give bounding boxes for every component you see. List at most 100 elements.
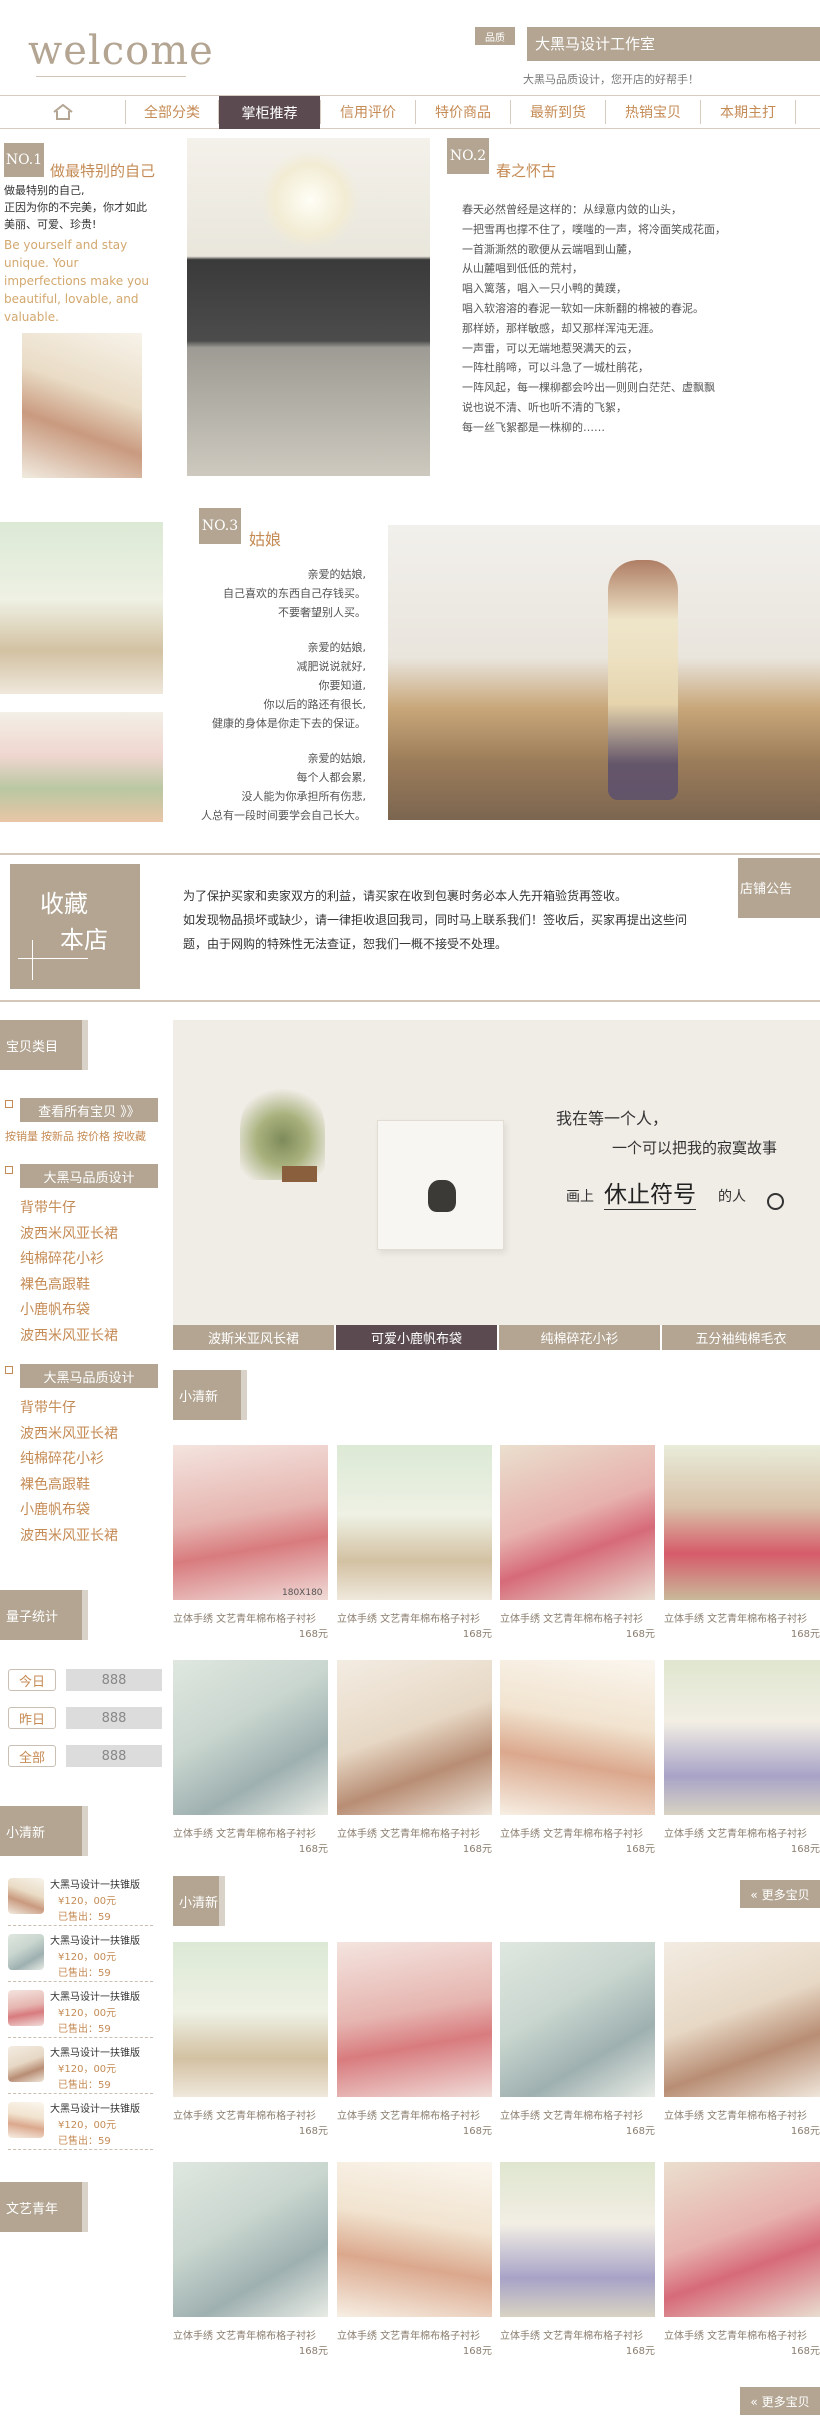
product-price: 168元 [298,2346,328,2357]
product-image[interactable] [337,1660,492,1815]
banner-line3c: 的人 [718,1189,746,1205]
banner-tab-active[interactable]: 可爱小鹿帆布袋 [336,1325,497,1350]
product-image[interactable] [500,1942,655,2097]
group1-heading[interactable]: 大黑马品质设计 [20,1164,158,1188]
group1-link[interactable]: 小鹿帆布袋 [20,1298,118,1324]
product-image[interactable] [500,2162,655,2317]
mini-item[interactable]: 大黑马设计一扶锥版 ¥120，00元 已售出：59 [8,1930,153,1982]
product-image[interactable] [664,1942,820,2097]
product-title[interactable]: 立体手绣 文艺青年棉布格子衬衫 [500,2107,643,2122]
product-image[interactable] [337,2162,492,2317]
nav-hot[interactable]: 热销宝贝 [606,97,700,127]
mini-name: 大黑马设计一扶锥版 [50,2104,140,2115]
sort-links: 按销量 按新品 按价格 按收藏 [5,1128,146,1144]
mini-sold: 已售出：59 [58,2080,111,2091]
group1-list: 背带牛仔 波西米风亚长裙 纯棉碎花小衫 裸色高跟鞋 小鹿帆布袋 波西米风亚长裙 [20,1196,118,1349]
product-image[interactable] [500,1445,655,1600]
product-image[interactable] [173,1942,328,2097]
mini-thumb [8,2102,44,2138]
logo[interactable]: welcome [28,28,214,74]
mini-item[interactable]: 大黑马设计一扶锥版 ¥120，00元 已售出：59 [8,2098,153,2150]
more-button-bottom[interactable]: « 更多宝贝 [740,2387,820,2415]
nav-home[interactable] [0,97,125,127]
no3-poem: 亲爱的姑娘, 自己喜欢的东西自己存钱买。 不要奢望别人买。 亲爱的姑娘, 减肥说说就好… [201,568,366,822]
group1-link[interactable]: 波西米风亚长裙 [20,1324,118,1350]
nav-specials[interactable]: 特价商品 [416,97,510,127]
sort-by-sales[interactable]: 按销量 [5,1128,38,1144]
product-title[interactable]: 立体手绣 文艺青年棉布格子衬衫 [664,2107,807,2122]
product-image[interactable] [173,1660,328,1815]
mini-item[interactable]: 大黑马设计一扶锥版 ¥120，00元 已售出：59 [8,2042,153,2094]
banner-tab[interactable]: 纯棉碎花小衫 [499,1325,660,1350]
no1-small-photo [22,333,142,478]
quality-badge: 品质 [475,27,515,45]
group2-link[interactable]: 纯棉碎花小衫 [20,1447,118,1473]
product-price: 168元 [462,1629,492,1640]
group1-link[interactable]: 纯棉碎花小衫 [20,1247,118,1273]
group1-link[interactable]: 背带牛仔 [20,1196,118,1222]
mini-item[interactable]: 大黑马设计一扶锥版 ¥120，00元 已售出：59 [8,1874,153,1926]
mini-item[interactable]: 大黑马设计一扶锥版 ¥120，00元 已售出：59 [8,1986,153,2038]
banner-tab[interactable]: 五分袖纯棉毛衣 [662,1325,820,1350]
product-title[interactable]: 立体手绣 文艺青年棉布格子衬衫 [173,1610,316,1625]
sort-by-new[interactable]: 按新品 [41,1128,74,1144]
mini-sold: 已售出：59 [58,1968,111,1979]
no1-cn-text: 做最特别的自己, 正因为你的不完美，你才如此 美丽、可爱、珍贵! [4,184,147,231]
product-price: 168元 [790,2126,820,2137]
mini-sold: 已售出：59 [58,1912,111,1923]
group1-link[interactable]: 波西米风亚长裙 [20,1222,118,1248]
product-title[interactable]: 立体手绣 文艺青年棉布格子衬衫 [337,1825,480,1840]
nav-recommend[interactable]: 掌柜推荐 [219,96,320,129]
banner-line3a: 画上 [566,1189,594,1205]
nav-credit[interactable]: 信用评价 [321,97,415,127]
product-title[interactable]: 立体手绣 文艺青年棉布格子衬衫 [664,1610,807,1625]
product-image[interactable] [337,1942,492,2097]
product-title[interactable]: 立体手绣 文艺青年棉布格子衬衫 [173,1825,316,1840]
nav-new-arrivals[interactable]: 最新到货 [511,97,605,127]
group2-link[interactable]: 波西米风亚长裙 [20,1422,118,1448]
nav-featured[interactable]: 本期主打 [701,97,795,127]
group2-link[interactable]: 小鹿帆布袋 [20,1498,118,1524]
banner-plant [240,1080,325,1180]
notice-top-rule [0,853,820,855]
group2-link[interactable]: 波西米风亚长裙 [20,1524,118,1550]
mini-sold: 已售出：59 [58,2136,111,2147]
product-image[interactable] [173,2162,328,2317]
stat-yesterday-value: 888 [66,1707,162,1729]
group2-link[interactable]: 背带牛仔 [20,1396,118,1422]
banner-deer [428,1180,456,1212]
sort-by-price[interactable]: 按价格 [77,1128,110,1144]
product-image[interactable] [664,2162,820,2317]
product-title[interactable]: 立体手绣 文艺青年棉布格子衬衫 [337,1610,480,1625]
products1-heading: 小清新 [173,1370,247,1420]
product-image[interactable] [337,1445,492,1600]
product-image[interactable] [173,1445,328,1600]
product-image[interactable] [664,1445,820,1600]
product-title[interactable]: 立体手绣 文艺青年棉布格子衬衫 [337,2327,480,2342]
more-button-top[interactable]: « 更多宝贝 [740,1880,820,1908]
product-title[interactable]: 立体手绣 文艺青年棉布格子衬衫 [500,1610,643,1625]
banner-tab[interactable]: 波斯米亚风长裙 [173,1325,334,1350]
product-image[interactable] [664,1660,820,1815]
banner-line1: 我在等一个人， [556,1109,669,1128]
product-title[interactable]: 立体手绣 文艺青年棉布格子衬衫 [173,2107,316,2122]
nav-all-categories[interactable]: 全部分类 [126,97,218,127]
product-title[interactable]: 立体手绣 文艺青年棉布格子衬衫 [500,2327,643,2342]
product-title[interactable]: 立体手绣 文艺青年棉布格子衬衫 [173,2327,316,2342]
mini-name: 大黑马设计一扶锥版 [50,1992,140,2003]
group2-link[interactable]: 裸色高跟鞋 [20,1473,118,1499]
view-all-button[interactable]: 查看所有宝贝 》》 [20,1098,158,1122]
favorite-line2: 本店 [60,926,108,954]
product-image[interactable] [500,1660,655,1815]
group2-list: 背带牛仔 波西米风亚长裙 纯棉碎花小衫 裸色高跟鞋 小鹿帆布袋 波西米风亚长裙 [20,1396,118,1549]
product-title[interactable]: 立体手绣 文艺青年棉布格子衬衫 [337,2107,480,2122]
product-title[interactable]: 立体手绣 文艺青年棉布格子衬衫 [664,1825,807,1840]
favorite-deco-line [18,958,88,959]
product-title[interactable]: 立体手绣 文艺青年棉布格子衬衫 [664,2327,807,2342]
no2-poem: 春天必然曾经是这样的：从绿意内敛的山头， 一把雪再也撑不住了，噗嗤的一声，将冷面笑… [462,203,726,434]
product-title[interactable]: 立体手绣 文艺青年棉布格子衬衫 [500,1825,643,1840]
fresh-heading: 小清新 [0,1806,88,1856]
group1-link[interactable]: 裸色高跟鞋 [20,1273,118,1299]
sort-by-favorites[interactable]: 按收藏 [113,1128,146,1144]
group2-heading[interactable]: 大黑马品质设计 [20,1364,158,1388]
